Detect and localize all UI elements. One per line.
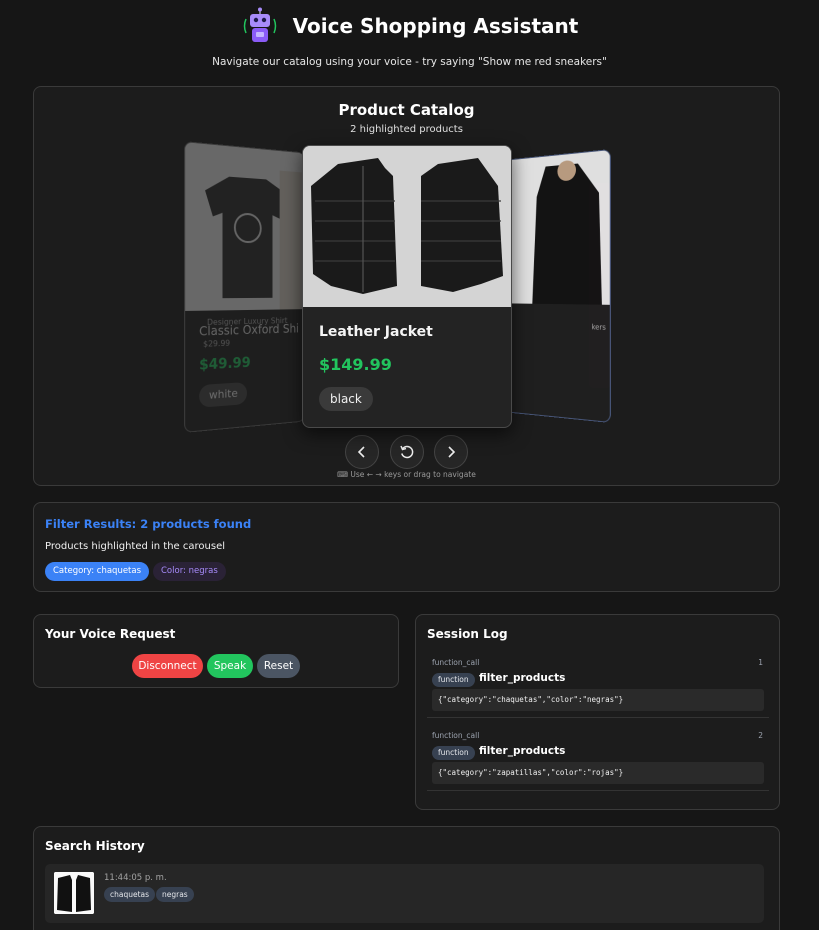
- voice-request-title: Your Voice Request: [45, 627, 176, 641]
- carousel-prev-button[interactable]: [345, 435, 379, 469]
- product-old-price: $29.99: [203, 338, 231, 349]
- product-color-tag: black: [319, 387, 373, 411]
- search-history-title: Search History: [45, 839, 145, 853]
- log-entry: function_call 1 function filter_products…: [427, 658, 769, 718]
- log-entry-index: 1: [758, 658, 763, 667]
- log-entry-index: 2: [758, 731, 763, 740]
- history-thumbnail: [54, 872, 94, 914]
- robot-icon: [241, 7, 279, 45]
- log-entry-type: function_call: [432, 731, 480, 740]
- product-image-shirt: [185, 142, 305, 311]
- log-entry-function-name: filter_products: [479, 672, 566, 684]
- rotate-ccw-icon: [400, 445, 414, 459]
- filter-results-description: Products highlighted in the carousel: [45, 541, 225, 552]
- log-entry-arguments: {"category":"zapatillas","color":"rojas"…: [432, 762, 764, 784]
- filter-results-panel: Filter Results: 2 products found Product…: [33, 502, 780, 592]
- history-tag: chaquetas: [104, 887, 156, 902]
- product-name: Leather Jacket: [319, 324, 433, 340]
- log-entry-badge: function: [432, 746, 475, 760]
- product-color-tag: white: [199, 381, 248, 408]
- history-tag: negras: [156, 887, 194, 902]
- reset-button[interactable]: Reset: [257, 654, 300, 678]
- product-card-coat[interactable]: kers: [497, 148, 611, 424]
- product-card-shirt[interactable]: Designer Luxury Shirt Classic Oxford Shi…: [184, 141, 305, 433]
- log-entry-badge: function: [432, 673, 475, 687]
- product-card-leather-jacket[interactable]: Leather Jacket $149.99 black: [302, 145, 512, 428]
- disconnect-button[interactable]: Disconnect: [132, 654, 203, 678]
- log-entry-arguments: {"category":"chaquetas","color":"negras"…: [432, 689, 764, 711]
- product-image-leather-jacket: [303, 146, 511, 307]
- color-filter-chip: Color: negras: [153, 562, 226, 581]
- chevron-left-icon: [357, 446, 365, 458]
- catalog-subtitle: 2 highlighted products: [350, 124, 463, 135]
- product-image-coat: [498, 149, 611, 305]
- product-name: Classic Oxford Shi: [199, 321, 300, 339]
- carousel-next-button[interactable]: [434, 435, 468, 469]
- search-history-panel: Search History 11:44:05 p. m. chaquetas …: [33, 826, 780, 930]
- log-entry-function-name: filter_products: [479, 745, 566, 757]
- app-title: Voice Shopping Assistant: [292, 14, 579, 38]
- product-name: kers: [591, 323, 606, 332]
- carousel-reset-button[interactable]: [390, 435, 424, 469]
- category-filter-chip: Category: chaquetas: [45, 562, 150, 581]
- session-log-title: Session Log: [427, 627, 508, 641]
- voice-request-panel: Your Voice Request Disconnect Speak Rese…: [33, 614, 399, 688]
- session-log-panel: Session Log function_call 1 function fil…: [415, 614, 780, 810]
- log-entry-type: function_call: [432, 658, 480, 667]
- app-header: Voice Shopping Assistant: [0, 6, 819, 46]
- product-price: $49.99: [199, 354, 251, 374]
- chevron-right-icon: [448, 446, 456, 458]
- history-item[interactable]: 11:44:05 p. m. chaquetas negras: [45, 864, 764, 923]
- product-catalog-panel: Product Catalog 2 highlighted products D…: [33, 86, 780, 486]
- app-subtitle: Navigate our catalog using your voice - …: [212, 56, 607, 68]
- carousel-hint: ⌨ Use ← → keys or drag to navigate: [337, 470, 476, 479]
- catalog-title: Product Catalog: [338, 101, 475, 119]
- speak-button[interactable]: Speak: [207, 654, 253, 678]
- history-timestamp: 11:44:05 p. m.: [104, 873, 167, 883]
- product-price: $149.99: [319, 355, 392, 374]
- filter-results-title: Filter Results: 2 products found: [45, 517, 252, 531]
- log-entry: function_call 2 function filter_products…: [427, 731, 769, 791]
